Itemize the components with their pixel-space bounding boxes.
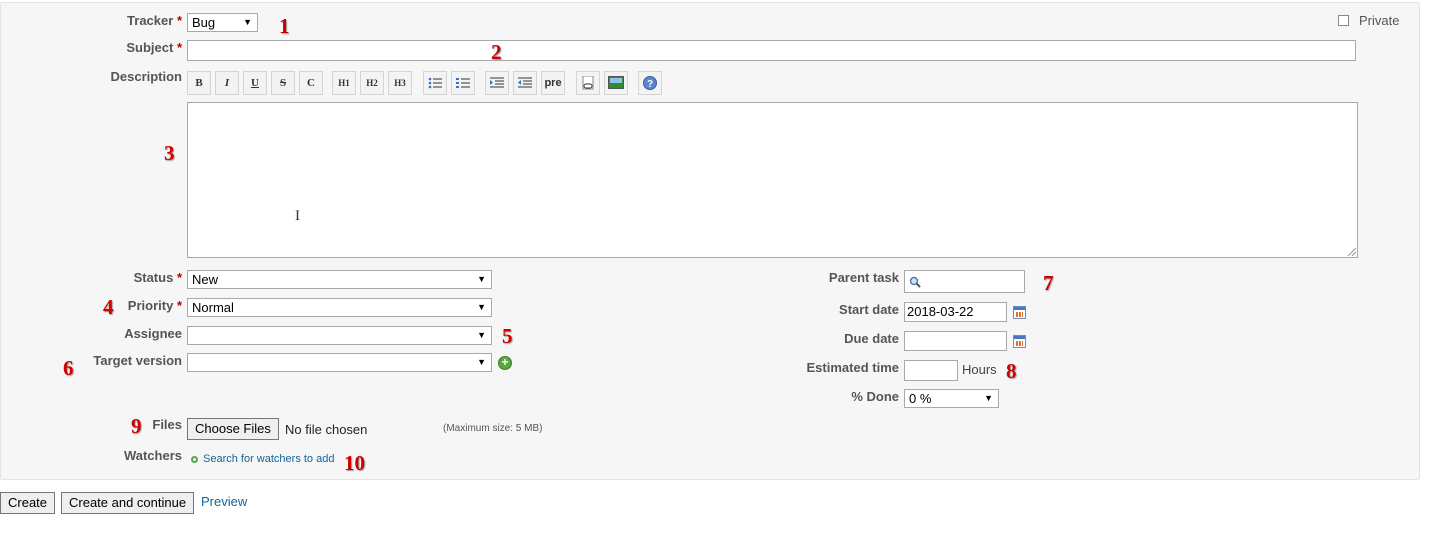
max-size-note: (Maximum size: 5 MB) (443, 423, 543, 434)
ordered-list-icon (456, 78, 470, 88)
pre-button[interactable]: pre (541, 71, 565, 95)
start-date-label: Start date (839, 302, 899, 317)
status-select[interactable]: New ▼ (187, 270, 492, 289)
subject-input[interactable] (187, 40, 1356, 61)
image-icon (608, 76, 624, 89)
link-icon (582, 75, 594, 90)
private-label: Private (1359, 13, 1400, 28)
annotation-1: 1 (279, 14, 290, 38)
status-label: Status * (133, 270, 182, 285)
start-date-calendar-icon[interactable] (1013, 306, 1026, 319)
chevron-down-icon: ▼ (477, 330, 486, 340)
indent-right-button[interactable] (485, 71, 509, 95)
tracker-select[interactable]: Bug ▼ (187, 13, 258, 32)
heading3-button[interactable]: H3 (388, 71, 412, 95)
chevron-down-icon: ▼ (477, 274, 486, 284)
description-label: Description (110, 69, 182, 84)
assignee-label: Assignee (124, 326, 182, 341)
annotation-3: 3 (164, 141, 175, 165)
parent-task-label: Parent task (828, 270, 899, 285)
indent-left-button[interactable] (513, 71, 537, 95)
heading2-button[interactable]: H2 (360, 71, 384, 95)
parent-task-input[interactable] (904, 270, 1025, 293)
target-version-select[interactable]: ▼ (187, 353, 492, 372)
annotation-5: 5 (502, 324, 513, 348)
hours-unit: Hours (962, 362, 997, 377)
underline-button[interactable]: U (243, 71, 267, 95)
priority-label: Priority * (127, 298, 182, 313)
create-and-continue-button[interactable]: Create and continue (61, 492, 195, 514)
start-date-input[interactable]: 2018-03-22 (904, 302, 1007, 322)
done-label: % Done (851, 389, 899, 404)
annotation-10: 10 (344, 451, 365, 475)
assignee-select[interactable]: ▼ (187, 326, 492, 345)
estimated-time-label: Estimated time (806, 360, 899, 375)
chevron-down-icon: ▼ (243, 17, 252, 27)
bold-button[interactable]: B (187, 71, 211, 95)
help-icon: ? (643, 76, 657, 90)
annotation-2: 2 (491, 40, 502, 64)
chevron-down-icon: ▼ (984, 393, 993, 403)
italic-button[interactable]: I (215, 71, 239, 95)
unordered-list-button[interactable] (423, 71, 447, 95)
strikethrough-button[interactable]: S (271, 71, 295, 95)
estimated-time-input[interactable] (904, 360, 958, 381)
text-cursor-icon: I (295, 208, 300, 224)
annotation-7: 7 (1043, 271, 1054, 295)
choose-files-button[interactable]: Choose Files (187, 418, 279, 440)
due-date-calendar-icon[interactable] (1013, 335, 1026, 348)
ordered-list-button[interactable] (451, 71, 475, 95)
tracker-label: Tracker * (127, 13, 182, 28)
files-label: Files (152, 417, 182, 432)
subject-label: Subject * (126, 40, 182, 55)
heading1-button[interactable]: H1 (332, 71, 356, 95)
search-icon (909, 276, 921, 288)
svg-text:?: ? (647, 79, 653, 90)
add-version-icon[interactable]: + (498, 356, 512, 370)
private-checkbox[interactable] (1338, 15, 1349, 26)
help-button[interactable]: ? (638, 71, 662, 95)
add-watcher-icon (191, 456, 198, 463)
outdent-icon (518, 77, 532, 88)
indent-icon (490, 77, 504, 88)
watchers-label: Watchers (123, 448, 182, 463)
due-date-input[interactable] (904, 331, 1007, 351)
create-button[interactable]: Create (0, 492, 56, 514)
unordered-list-icon (428, 77, 442, 89)
preview-link[interactable]: Preview (201, 494, 247, 509)
chevron-down-icon: ▼ (477, 357, 486, 367)
due-date-label: Due date (844, 331, 899, 346)
done-select[interactable]: 0 % ▼ (904, 389, 999, 408)
resize-handle[interactable] (1348, 248, 1356, 256)
file-status: No file chosen (285, 422, 368, 437)
search-watchers-link[interactable]: Search for watchers to add (203, 453, 334, 465)
image-button[interactable] (604, 71, 628, 95)
annotation-8: 8 (1006, 359, 1017, 383)
description-textarea[interactable] (187, 102, 1358, 258)
code-button[interactable]: C (299, 71, 323, 95)
link-button[interactable] (576, 71, 600, 95)
target-version-label: Target version (93, 353, 182, 368)
priority-select[interactable]: Normal ▼ (187, 298, 492, 317)
chevron-down-icon: ▼ (477, 302, 486, 312)
